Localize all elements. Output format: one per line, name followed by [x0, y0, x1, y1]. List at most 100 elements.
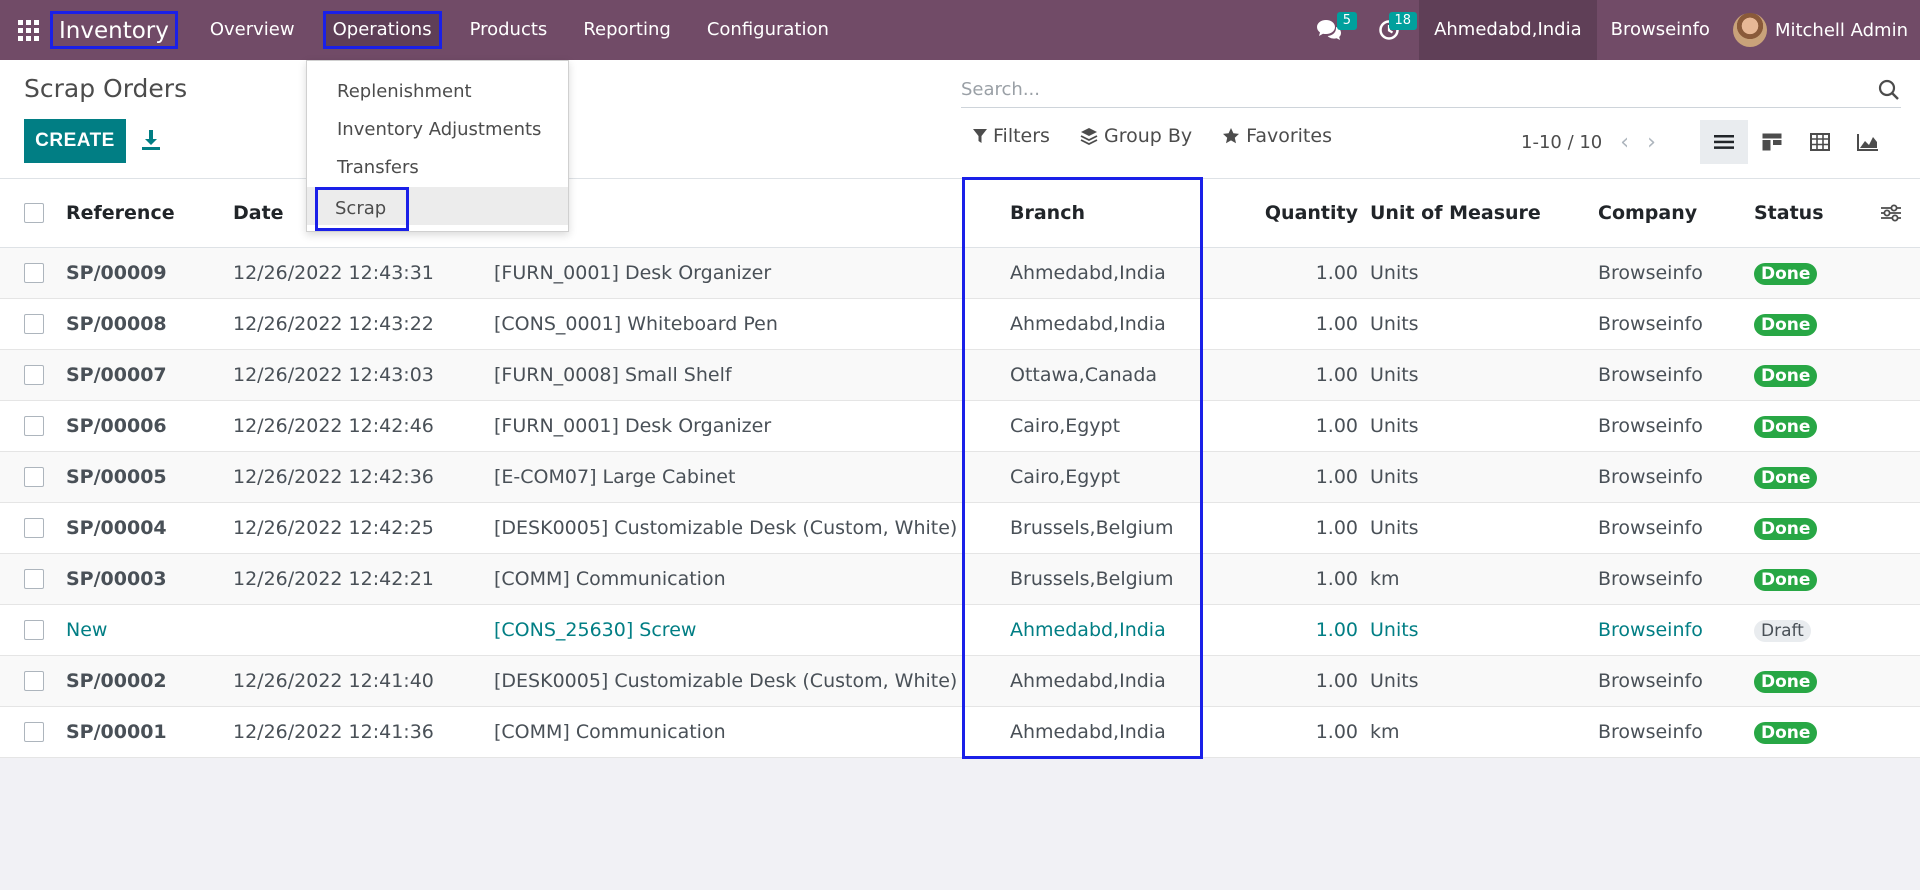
table-row[interactable]: New [CONS_25630] Screw Ahmedabd,India 1.00 U…	[0, 605, 1920, 656]
cell-product: [FURN_0001] Desk Organizer	[494, 262, 772, 284]
row-checkbox[interactable]	[24, 467, 44, 487]
table-row[interactable]: SP/00006 12/26/2022 12:42:46 [FURN_0001] D…	[0, 401, 1920, 452]
app-menu-button[interactable]	[0, 0, 56, 60]
top-navbar: Inventory Overview Operations Products R…	[0, 0, 1920, 60]
row-checkbox[interactable]	[24, 671, 44, 691]
cell-product: [COMM] Communication	[494, 568, 726, 590]
pager: 1-10 / 10 ‹ ›	[1521, 131, 1656, 153]
kanban-view-button[interactable]	[1748, 120, 1796, 164]
filters-toggle[interactable]: Filters	[973, 125, 1050, 147]
user-menu[interactable]: Mitchell Admin	[1725, 0, 1920, 60]
row-checkbox[interactable]	[24, 518, 44, 538]
cell-reference: SP/00006	[66, 415, 167, 437]
menu-products[interactable]: Products	[452, 0, 566, 60]
cell-company: Browseinfo	[1598, 670, 1703, 692]
menu-item-scrap[interactable]: Scrap	[307, 187, 568, 231]
cell-date: 12/26/2022 12:43:22	[233, 313, 434, 335]
menu-configuration[interactable]: Configuration	[689, 0, 847, 60]
row-checkbox[interactable]	[24, 416, 44, 436]
cell-reference: SP/00007	[66, 364, 167, 386]
col-branch[interactable]: Branch	[1010, 202, 1085, 224]
search-icon[interactable]	[1877, 78, 1901, 102]
cell-uom: Units	[1370, 415, 1419, 437]
table-row[interactable]: SP/00005 12/26/2022 12:42:36 [E-COM07] Lar…	[0, 452, 1920, 503]
cell-company: Browseinfo	[1598, 517, 1703, 539]
row-checkbox[interactable]	[24, 263, 44, 283]
table-row[interactable]: SP/00008 12/26/2022 12:43:22 [CONS_0001] W…	[0, 299, 1920, 350]
cell-product: [E-COM07] Large Cabinet	[494, 466, 736, 488]
menu-item-inventory-adjustments[interactable]: Inventory Adjustments	[307, 111, 568, 149]
menu-operations[interactable]: Operations	[322, 11, 442, 49]
search-input[interactable]	[961, 79, 1877, 100]
col-company[interactable]: Company	[1598, 202, 1697, 224]
table-row[interactable]: SP/00001 12/26/2022 12:41:36 [COMM] Commun…	[0, 707, 1920, 758]
col-reference[interactable]: Reference	[66, 202, 175, 224]
cell-date: 12/26/2022 12:42:36	[233, 466, 434, 488]
cell-reference: SP/00004	[66, 517, 167, 539]
status-badge: Done	[1754, 313, 1818, 336]
cell-product: [DESK0005] Customizable Desk (Custom, Wh…	[494, 517, 958, 539]
cell-date: 12/26/2022 12:43:31	[233, 262, 434, 284]
cell-branch: Ahmedabd,India	[1010, 262, 1166, 284]
chevron-right-icon[interactable]: ›	[1647, 131, 1656, 153]
row-checkbox[interactable]	[24, 569, 44, 589]
status-badge: Done	[1754, 364, 1818, 387]
list-view-button[interactable]	[1700, 120, 1748, 164]
favorites-toggle[interactable]: Favorites	[1222, 125, 1332, 147]
cell-quantity: 1.00	[1315, 313, 1358, 335]
optional-columns-icon[interactable]	[1880, 204, 1902, 222]
table-row[interactable]: SP/00007 12/26/2022 12:43:03 [FURN_0008] S…	[0, 350, 1920, 401]
cell-date: 12/26/2022 12:41:40	[233, 670, 434, 692]
menu-item-transfers[interactable]: Transfers	[307, 149, 568, 187]
cell-product: [COMM] Communication	[494, 721, 726, 743]
menu-item-replenishment[interactable]: Replenishment	[307, 73, 568, 111]
cell-quantity: 1.00	[1315, 568, 1358, 590]
menu-overview[interactable]: Overview	[192, 0, 313, 60]
messages-count-badge: 5	[1336, 12, 1358, 30]
groupby-toggle[interactable]: Group By	[1080, 125, 1192, 147]
col-quantity[interactable]: Quantity	[1260, 202, 1358, 224]
col-status[interactable]: Status	[1754, 202, 1824, 224]
col-uom[interactable]: Unit of Measure	[1370, 202, 1541, 224]
cell-uom: Units	[1370, 313, 1419, 335]
menu-reporting[interactable]: Reporting	[565, 0, 689, 60]
row-checkbox[interactable]	[24, 620, 44, 640]
pager-value[interactable]: 1-10 / 10	[1521, 132, 1602, 153]
table-row[interactable]: SP/00002 12/26/2022 12:41:40 [DESK0005] Cu…	[0, 656, 1920, 707]
table-row[interactable]: SP/00004 12/26/2022 12:42:25 [DESK0005] Cu…	[0, 503, 1920, 554]
graph-view-button[interactable]	[1844, 120, 1892, 164]
avatar	[1732, 13, 1767, 47]
pivot-view-button[interactable]	[1796, 120, 1844, 164]
status-badge: Done	[1754, 670, 1818, 693]
create-button[interactable]: CREATE	[24, 119, 126, 163]
row-checkbox[interactable]	[24, 314, 44, 334]
cell-company: Browseinfo	[1598, 721, 1703, 743]
cell-company: Browseinfo	[1598, 568, 1703, 590]
cell-quantity: 1.00	[1315, 670, 1358, 692]
cell-quantity: 1.00	[1315, 262, 1358, 284]
app-title[interactable]: Inventory	[50, 11, 178, 49]
cell-reference: SP/00008	[66, 313, 167, 335]
branch-switcher[interactable]: Ahmedabd,India	[1419, 0, 1597, 60]
list-icon	[1714, 135, 1734, 149]
cell-uom: Units	[1370, 517, 1419, 539]
messages-button[interactable]: 5	[1299, 0, 1359, 60]
row-checkbox[interactable]	[24, 365, 44, 385]
download-icon[interactable]	[140, 128, 162, 152]
cell-branch: Ahmedabd,India	[1010, 313, 1166, 335]
table-row[interactable]: SP/00009 12/26/2022 12:43:31 [FURN_0001] D…	[0, 248, 1920, 299]
table-row[interactable]: SP/00003 12/26/2022 12:42:21 [COMM] Commun…	[0, 554, 1920, 605]
cell-quantity: 1.00	[1315, 721, 1358, 743]
activities-button[interactable]: 18	[1359, 0, 1419, 60]
cell-quantity: 1.00	[1315, 364, 1358, 386]
cell-reference: New	[66, 619, 108, 641]
company-switcher[interactable]: Browseinfo	[1597, 0, 1725, 60]
cell-uom: Units	[1370, 619, 1419, 641]
select-all-checkbox[interactable]	[24, 203, 44, 223]
scrap-orders-table: Reference Date Branch Quantity Unit of M…	[0, 179, 1920, 758]
row-checkbox[interactable]	[24, 722, 44, 742]
chevron-left-icon[interactable]: ‹	[1620, 131, 1629, 153]
cell-date: 12/26/2022 12:42:25	[233, 517, 434, 539]
col-date[interactable]: Date	[233, 202, 284, 224]
user-name: Mitchell Admin	[1774, 19, 1908, 41]
